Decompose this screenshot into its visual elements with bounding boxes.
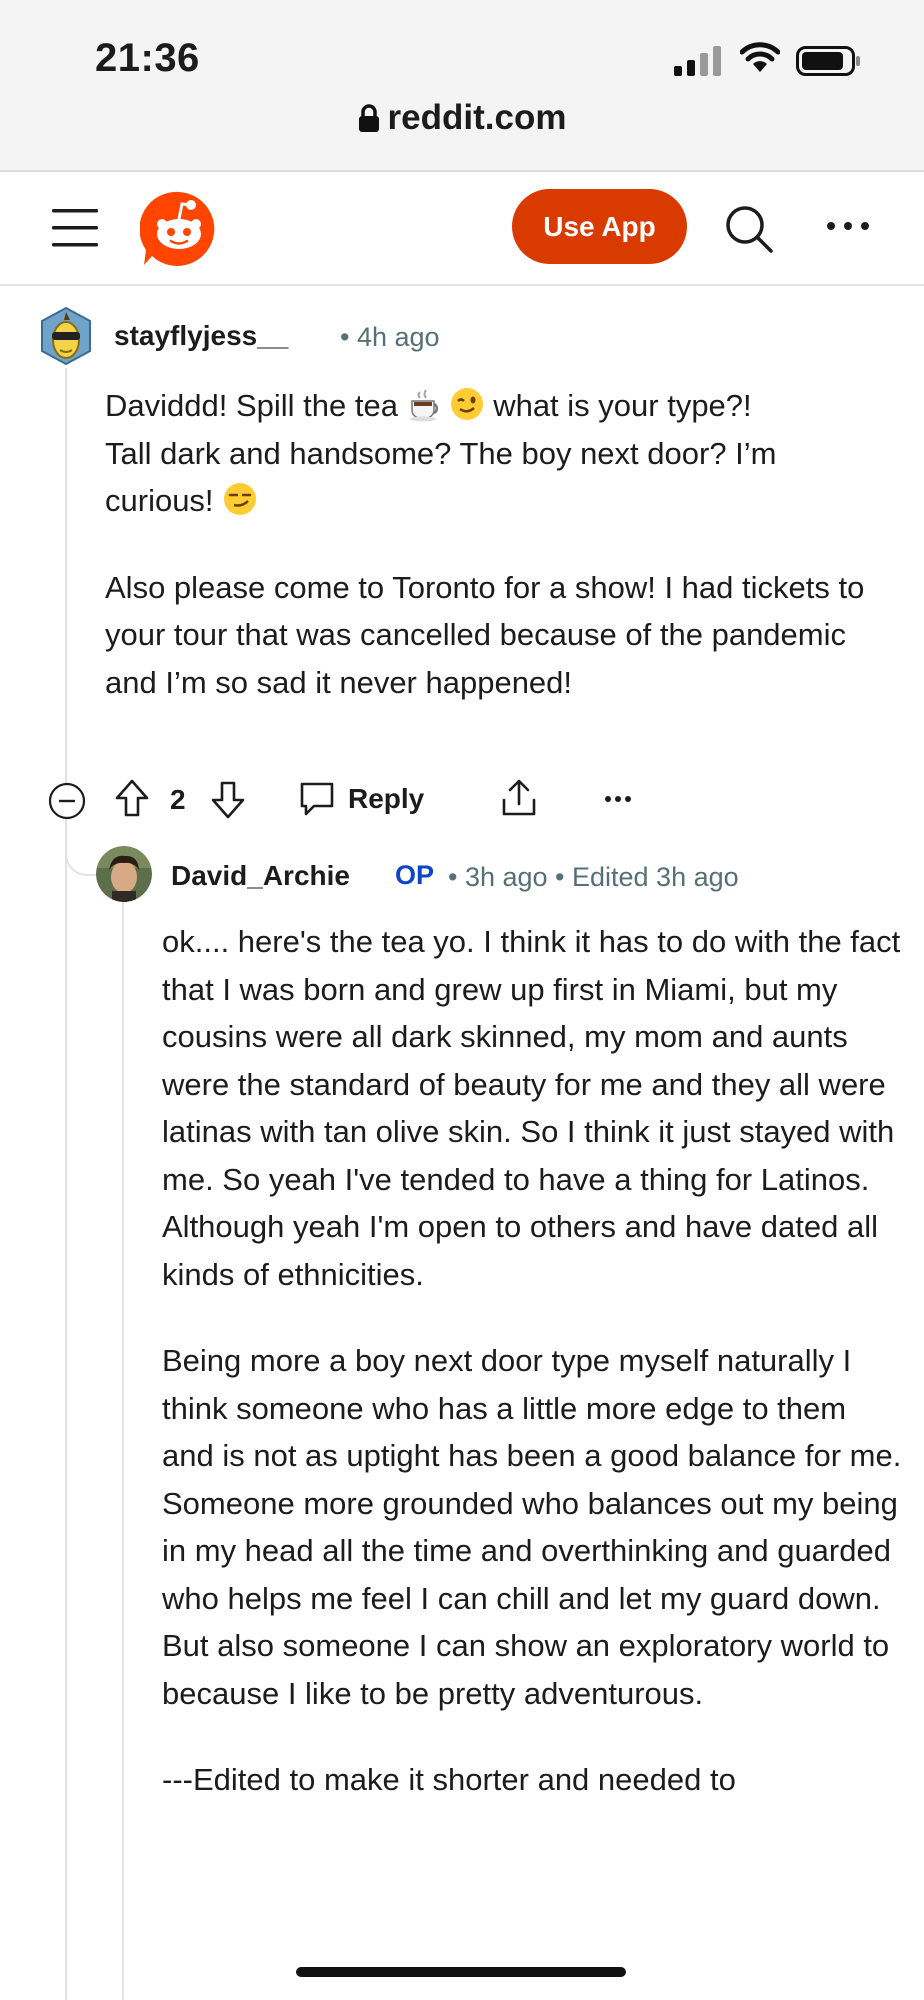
comment-paragraph: Daviddd! Spill the tea what is your type…: [105, 382, 895, 525]
nested-thread-line[interactable]: [122, 900, 124, 2000]
reddit-logo-icon[interactable]: [140, 190, 218, 268]
use-app-button[interactable]: Use App: [512, 189, 687, 264]
wifi-icon: [740, 42, 780, 72]
comment-body: ok.... here's the tea yo. I think it has…: [162, 918, 902, 1843]
comment-paragraph: Also please come to Toronto for a show! …: [105, 569, 865, 700]
comment-bubble-icon: [300, 782, 334, 816]
more-actions-icon[interactable]: [604, 794, 632, 804]
status-time: 21:36: [95, 36, 200, 80]
reply-connector: [65, 824, 99, 876]
address-bar[interactable]: reddit.com: [0, 98, 924, 138]
vote-score: 2: [170, 784, 186, 815]
reply-label: Reply: [348, 783, 425, 814]
avatar[interactable]: [96, 846, 152, 902]
cellular-signal-icon: [674, 46, 721, 76]
battery-icon: [796, 46, 860, 76]
smirking-face-icon: [224, 483, 257, 515]
thread-line[interactable]: [65, 368, 67, 2000]
comment-actions: 2 Reply: [0, 776, 924, 822]
comment-paragraph: ---Edited to make it shorter and needed …: [162, 1762, 736, 1797]
browser-chrome: 21:36 reddit.com: [0, 0, 924, 172]
site-header: Use App: [0, 172, 924, 286]
winking-face-icon: [450, 388, 483, 420]
lock-icon: [358, 104, 379, 132]
comment-paragraph: Being more a boy next door type myself n…: [162, 1343, 902, 1711]
search-icon[interactable]: [724, 204, 774, 254]
text-segment: Daviddd! Spill the tea: [105, 388, 407, 423]
op-badge: OP: [395, 860, 435, 890]
downvote-icon[interactable]: [210, 780, 246, 820]
comment-author[interactable]: stayflyjess__: [114, 320, 288, 352]
upvote-icon[interactable]: [114, 778, 150, 818]
text-segment: Tall dark and handsome? The boy next doo…: [105, 435, 777, 471]
more-options-icon[interactable]: [826, 218, 870, 234]
text-segment: what is your type?!: [484, 388, 752, 423]
comment-timestamp: • 4h ago: [340, 322, 440, 352]
comment-body: Daviddd! Spill the tea what is your type…: [105, 382, 895, 745]
comment-timestamp: • 3h ago • Edited 3h ago: [448, 862, 739, 892]
collapse-thread-icon[interactable]: [48, 782, 86, 820]
url-text: reddit.com: [387, 98, 567, 137]
hamburger-menu-icon[interactable]: [52, 208, 98, 248]
reply-button[interactable]: Reply: [298, 776, 424, 822]
home-indicator[interactable]: [296, 1967, 626, 1977]
comment-paragraph: ok.... here's the tea yo. I think it has…: [162, 924, 901, 1292]
comment-author[interactable]: David_Archie: [171, 860, 350, 892]
share-icon[interactable]: [500, 778, 538, 818]
hot-beverage-icon: [409, 389, 438, 422]
text-segment: curious!: [105, 483, 223, 518]
avatar[interactable]: [40, 306, 92, 366]
